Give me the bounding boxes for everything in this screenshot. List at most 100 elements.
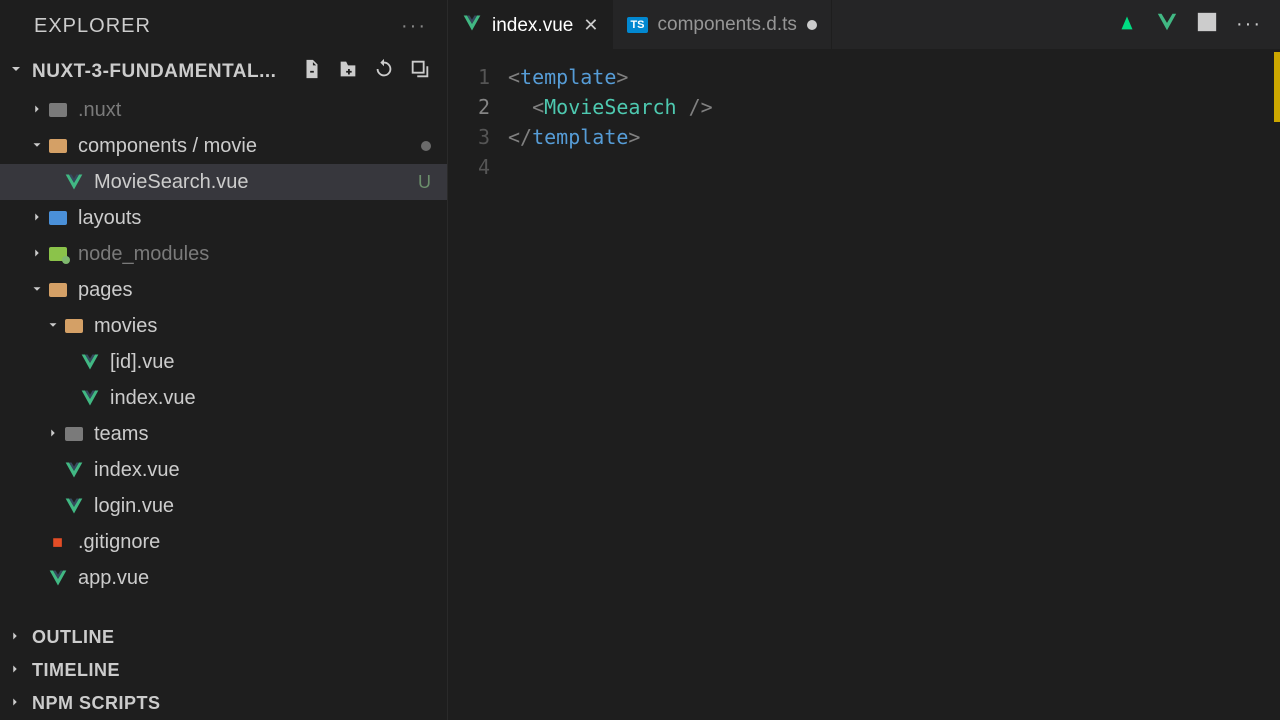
chevron-right-icon — [8, 627, 22, 648]
chevron-right-icon — [28, 207, 46, 230]
more-icon[interactable]: ··· — [401, 15, 427, 38]
explorer-actions — [301, 58, 439, 86]
chevron-right-icon — [44, 423, 62, 446]
line-number: 2 — [448, 92, 490, 122]
tree-label: .nuxt — [78, 99, 431, 122]
explorer-sidebar: EXPLORER ··· NUXT-3-FUNDAMENTAL... .nuxt… — [0, 0, 448, 720]
modified-dot-icon — [421, 141, 431, 151]
split-editor-icon[interactable] — [1196, 11, 1218, 38]
line-gutter: 1 2 3 4 — [448, 50, 508, 720]
code-content[interactable]: <template> <MovieSearch /> </template> — [508, 50, 713, 720]
section-outline[interactable]: OUTLINE — [0, 621, 447, 654]
folder-icon — [46, 283, 70, 297]
vue-icon[interactable] — [1156, 11, 1178, 39]
code-line: </template> — [508, 122, 713, 152]
tree-label: layouts — [78, 207, 431, 230]
tree-file-index-vue-movies[interactable]: index.vue — [0, 380, 447, 416]
tree-file-gitignore[interactable]: ◆ .gitignore — [0, 524, 447, 560]
tree-folder-nuxt[interactable]: .nuxt — [0, 92, 447, 128]
section-label: NPM SCRIPTS — [32, 693, 161, 714]
code-line: <template> — [508, 62, 713, 92]
tab-label: index.vue — [492, 15, 573, 37]
git-file-icon: ◆ — [46, 532, 70, 552]
chevron-right-icon — [8, 660, 22, 681]
tree-label: app.vue — [78, 567, 431, 590]
folder-icon — [46, 211, 70, 225]
code-line — [508, 152, 713, 182]
folder-icon — [46, 139, 70, 153]
tree-folder-teams[interactable]: teams — [0, 416, 447, 452]
tree-label: login.vue — [94, 495, 431, 518]
chevron-down-icon — [28, 135, 46, 158]
project-header-row[interactable]: NUXT-3-FUNDAMENTAL... — [0, 52, 447, 92]
section-label: OUTLINE — [32, 627, 115, 648]
refresh-icon[interactable] — [373, 58, 395, 86]
tree-folder-layouts[interactable]: layouts — [0, 200, 447, 236]
tree-label: .gitignore — [78, 531, 431, 554]
tree-label: [id].vue — [110, 351, 431, 374]
folder-icon — [46, 247, 70, 261]
vue-file-icon — [462, 13, 482, 39]
tree-folder-node-modules[interactable]: node_modules — [0, 236, 447, 272]
tree-file-app-vue[interactable]: app.vue — [0, 560, 447, 596]
ts-file-icon: TS — [627, 17, 647, 33]
vue-file-icon — [46, 568, 70, 588]
tree-label: pages — [78, 279, 431, 302]
tree-folder-pages[interactable]: pages — [0, 272, 447, 308]
project-name: NUXT-3-FUNDAMENTAL... — [32, 61, 301, 83]
editor-pane: index.vue ✕ TS components.d.ts ··· 1 2 3… — [448, 0, 1280, 720]
tree-label: node_modules — [78, 243, 431, 266]
tree-folder-components-movie[interactable]: components / movie — [0, 128, 447, 164]
modified-dot-icon — [807, 20, 817, 30]
section-timeline[interactable]: TIMELINE — [0, 654, 447, 687]
vue-file-icon — [62, 172, 86, 192]
line-number: 3 — [448, 122, 490, 152]
tree-label: movies — [94, 315, 431, 338]
tab-bar: index.vue ✕ TS components.d.ts ··· — [448, 0, 1280, 50]
chevron-right-icon — [28, 243, 46, 266]
tab-index-vue[interactable]: index.vue ✕ — [448, 0, 613, 49]
folder-icon — [62, 319, 86, 333]
tab-label: components.d.ts — [658, 14, 797, 36]
tree-file-moviesearch[interactable]: MovieSearch.vue U — [0, 164, 447, 200]
nuxt-icon[interactable] — [1116, 11, 1138, 39]
tree-file-id-vue[interactable]: [id].vue — [0, 344, 447, 380]
chevron-down-icon — [8, 61, 24, 83]
folder-icon — [46, 103, 70, 117]
explorer-title: EXPLORER — [34, 15, 151, 38]
vue-file-icon — [62, 460, 86, 480]
file-tree: .nuxt components / movie MovieSearch.vue… — [0, 92, 447, 621]
close-icon[interactable]: ✕ — [583, 15, 598, 36]
chevron-right-icon — [8, 693, 22, 714]
line-number: 1 — [448, 62, 490, 92]
vue-file-icon — [78, 352, 102, 372]
tree-file-index-vue-pages[interactable]: index.vue — [0, 452, 447, 488]
tree-label: MovieSearch.vue — [94, 171, 418, 194]
vue-file-icon — [78, 388, 102, 408]
tree-file-login-vue[interactable]: login.vue — [0, 488, 447, 524]
overview-ruler-warning — [1274, 52, 1280, 122]
chevron-right-icon — [28, 99, 46, 122]
editor-toolbar: ··· — [1116, 11, 1280, 39]
new-file-icon[interactable] — [301, 58, 323, 86]
tree-label: components / movie — [78, 135, 421, 158]
tree-label: index.vue — [110, 387, 431, 410]
more-icon[interactable]: ··· — [1236, 13, 1262, 36]
git-status-untracked: U — [418, 172, 431, 193]
chevron-down-icon — [44, 315, 62, 338]
section-npm-scripts[interactable]: NPM SCRIPTS — [0, 687, 447, 720]
tab-components-dts[interactable]: TS components.d.ts — [613, 0, 831, 49]
code-editor[interactable]: 1 2 3 4 <template> <MovieSearch /> </tem… — [448, 50, 1280, 720]
new-folder-icon[interactable] — [337, 58, 359, 86]
tree-folder-movies[interactable]: movies — [0, 308, 447, 344]
tree-label: teams — [94, 423, 431, 446]
tree-label: index.vue — [94, 459, 431, 482]
line-number: 4 — [448, 152, 490, 182]
explorer-header: EXPLORER ··· — [0, 0, 447, 52]
chevron-down-icon — [28, 279, 46, 302]
code-line: <MovieSearch /> — [508, 92, 713, 122]
vue-file-icon — [62, 496, 86, 516]
folder-icon — [62, 427, 86, 441]
section-label: TIMELINE — [32, 660, 120, 681]
collapse-all-icon[interactable] — [409, 58, 431, 86]
